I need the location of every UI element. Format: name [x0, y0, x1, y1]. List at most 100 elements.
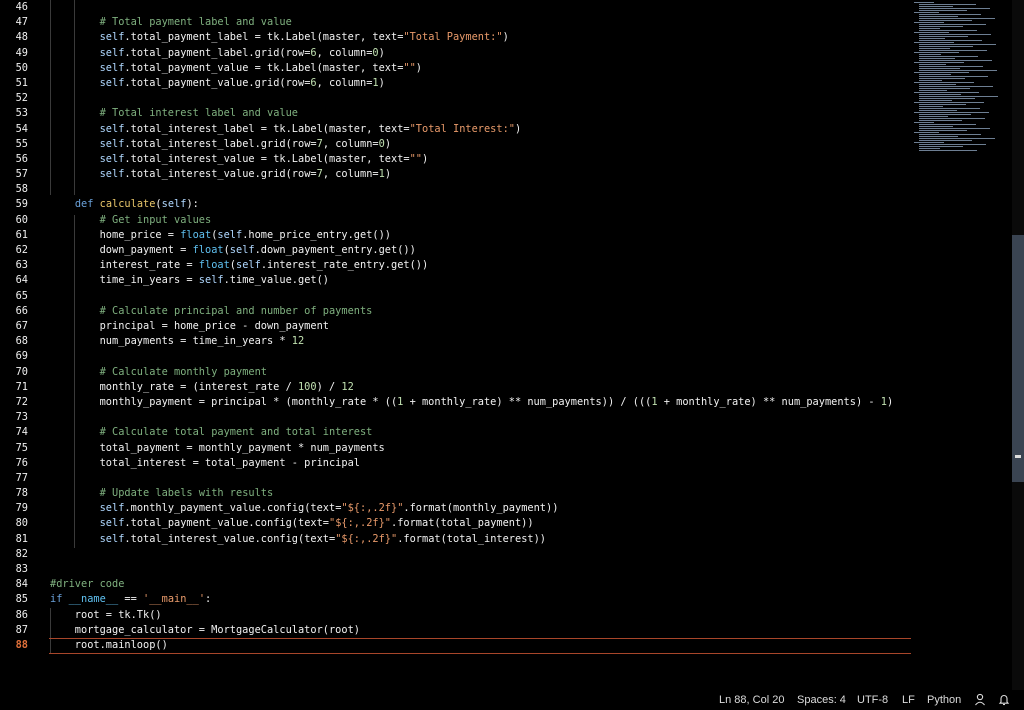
code-line[interactable]: 81 self.total_interest_value.config(text…	[0, 532, 912, 547]
code-line[interactable]: 79 self.monthly_payment_value.config(tex…	[0, 501, 912, 516]
code-text[interactable]: # Update labels with results	[50, 486, 274, 501]
code-line[interactable]: 53 # Total interest label and value	[0, 106, 912, 121]
bell-icon[interactable]	[998, 693, 1010, 709]
code-text[interactable]: self.total_payment_label.grid(row=6, col…	[50, 46, 385, 61]
code-line[interactable]: 46	[0, 0, 912, 15]
code-text[interactable]: self.total_interest_value.config(text="$…	[50, 532, 546, 547]
code-text[interactable]: # Calculate monthly payment	[50, 365, 267, 380]
code-line[interactable]: 52	[0, 91, 912, 106]
code-line[interactable]: 76 total_interest = total_payment - prin…	[0, 456, 912, 471]
line-number: 50	[15, 61, 28, 74]
code-text[interactable]: #driver code	[50, 577, 124, 592]
code-text[interactable]: self.total_payment_label = tk.Label(mast…	[50, 30, 509, 45]
minimap[interactable]	[912, 0, 1012, 690]
code-line[interactable]: 54 self.total_interest_label = tk.Label(…	[0, 122, 912, 137]
code-line[interactable]: 49 self.total_payment_label.grid(row=6, …	[0, 46, 912, 61]
code-line[interactable]: 80 self.total_payment_value.config(text=…	[0, 516, 912, 531]
cursor-position[interactable]: Ln 88, Col 20	[719, 694, 784, 706]
code-line[interactable]: 66 # Calculate principal and number of p…	[0, 304, 912, 319]
code-line[interactable]: 48 self.total_payment_label = tk.Label(m…	[0, 30, 912, 45]
minimap-line	[919, 20, 972, 21]
code-line[interactable]: 70 # Calculate monthly payment	[0, 365, 912, 380]
code-token: self	[99, 122, 125, 135]
code-line[interactable]: 62 down_payment = float(self.down_paymen…	[0, 243, 912, 258]
code-text[interactable]: # Get input values	[50, 213, 212, 228]
code-text[interactable]: self.total_payment_value = tk.Label(mast…	[50, 61, 422, 76]
code-text[interactable]: home_price = float(self.home_price_entry…	[50, 228, 391, 243]
line-number: 72	[15, 395, 28, 408]
code-text[interactable]: root.mainloop()	[50, 638, 168, 653]
code-line[interactable]: 69	[0, 349, 912, 364]
code-text[interactable]: # Total payment label and value	[50, 15, 292, 30]
code-text[interactable]: total_payment = monthly_payment * num_pa…	[50, 441, 385, 456]
code-line[interactable]: 55 self.total_interest_label.grid(row=7,…	[0, 137, 912, 152]
code-line[interactable]: 74 # Calculate total payment and total i…	[0, 425, 912, 440]
code-text[interactable]: self.total_interest_value = tk.Label(mas…	[50, 152, 429, 167]
eol-selector[interactable]: LF	[902, 694, 915, 706]
code-editor[interactable]: 46 47 # Total payment label and value 48 …	[0, 0, 912, 690]
language-mode[interactable]: Python	[927, 694, 961, 706]
code-text[interactable]: # Calculate total payment and total inte…	[50, 425, 373, 440]
code-line[interactable]: 75 total_payment = monthly_payment * num…	[0, 441, 912, 456]
code-text[interactable]: self.total_payment_value.grid(row=6, col…	[50, 76, 385, 91]
encoding-selector[interactable]: UTF-8	[857, 694, 888, 706]
code-line[interactable]: 57 self.total_interest_value.grid(row=7,…	[0, 167, 912, 182]
code-text[interactable]: monthly_payment = principal * (monthly_r…	[50, 395, 894, 410]
code-text[interactable]: num_payments = time_in_years * 12	[50, 334, 305, 349]
code-line[interactable]: 83	[0, 562, 912, 577]
code-token: .total_payment_value.grid(row=	[124, 76, 311, 89]
code-line[interactable]: 85 if __name__ == '__main__':	[0, 592, 912, 607]
code-text[interactable]: self.total_interest_label.grid(row=7, co…	[50, 137, 391, 152]
code-line[interactable]: 86 root = tk.Tk()	[0, 608, 912, 623]
minimap-line	[919, 76, 988, 77]
code-token: "Total Interest:"	[409, 122, 515, 135]
code-text[interactable]: # Total interest label and value	[50, 106, 298, 121]
code-line[interactable]: 63 interest_rate = float(self.interest_r…	[0, 258, 912, 273]
code-line[interactable]: 50 self.total_payment_value = tk.Label(m…	[0, 61, 912, 76]
code-token: total_interest = total_payment - princip…	[50, 456, 360, 469]
feedback-person-icon[interactable]	[974, 693, 986, 709]
code-line[interactable]: 58	[0, 182, 912, 197]
code-line[interactable]: 60 # Get input values	[0, 213, 912, 228]
scrollbar-thumb[interactable]	[1012, 235, 1024, 482]
code-text[interactable]	[50, 0, 100, 15]
code-text[interactable]: interest_rate = float(self.interest_rate…	[50, 258, 429, 273]
code-text[interactable]: def calculate(self):	[50, 197, 199, 212]
code-text[interactable]: root = tk.Tk()	[50, 608, 162, 623]
code-line[interactable]: 56 self.total_interest_value = tk.Label(…	[0, 152, 912, 167]
code-line[interactable]: 61 home_price = float(self.home_price_en…	[0, 228, 912, 243]
code-text[interactable]: self.total_interest_value.grid(row=7, co…	[50, 167, 391, 182]
line-number: 57	[15, 168, 28, 181]
code-text[interactable]: principal = home_price - down_payment	[50, 319, 329, 334]
line-number: 62	[15, 244, 28, 257]
code-line[interactable]: 51 self.total_payment_value.grid(row=6, …	[0, 76, 912, 91]
code-line[interactable]: 65	[0, 289, 912, 304]
code-text[interactable]: # Calculate principal and number of paym…	[50, 304, 373, 319]
code-line[interactable]: 78 # Update labels with results	[0, 486, 912, 501]
code-line[interactable]: 67 principal = home_price - down_payment	[0, 319, 912, 334]
code-line[interactable]: 88 root.mainloop()	[0, 638, 912, 653]
indentation-setting[interactable]: Spaces: 4	[797, 694, 846, 706]
code-line[interactable]: 59 def calculate(self):	[0, 197, 912, 212]
code-line[interactable]: 64 time_in_years = self.time_value.get()	[0, 273, 912, 288]
code-text[interactable]: mortgage_calculator = MortgageCalculator…	[50, 623, 360, 638]
code-text[interactable]: down_payment = float(self.down_payment_e…	[50, 243, 416, 258]
code-line[interactable]: 71 monthly_rate = (interest_rate / 100) …	[0, 380, 912, 395]
code-line[interactable]: 77	[0, 471, 912, 486]
code-text[interactable]: self.monthly_payment_value.config(text="…	[50, 501, 559, 516]
code-line[interactable]: 73	[0, 410, 912, 425]
code-line[interactable]: 68 num_payments = time_in_years * 12	[0, 334, 912, 349]
code-text[interactable]: time_in_years = self.time_value.get()	[50, 273, 329, 288]
code-line[interactable]: 47 # Total payment label and value	[0, 15, 912, 30]
code-text[interactable]: self.total_payment_value.config(text="${…	[50, 516, 534, 531]
code-line[interactable]: 82	[0, 547, 912, 562]
code-text[interactable]: self.total_interest_label = tk.Label(mas…	[50, 122, 522, 137]
code-line[interactable]: 87 mortgage_calculator = MortgageCalcula…	[0, 623, 912, 638]
code-text[interactable]: total_interest = total_payment - princip…	[50, 456, 360, 471]
code-text[interactable]: if __name__ == '__main__':	[50, 592, 211, 607]
code-line[interactable]: 84 #driver code	[0, 577, 912, 592]
code-text[interactable]: monthly_rate = (interest_rate / 100) / 1…	[50, 380, 354, 395]
code-line[interactable]: 72 monthly_payment = principal * (monthl…	[0, 395, 912, 410]
